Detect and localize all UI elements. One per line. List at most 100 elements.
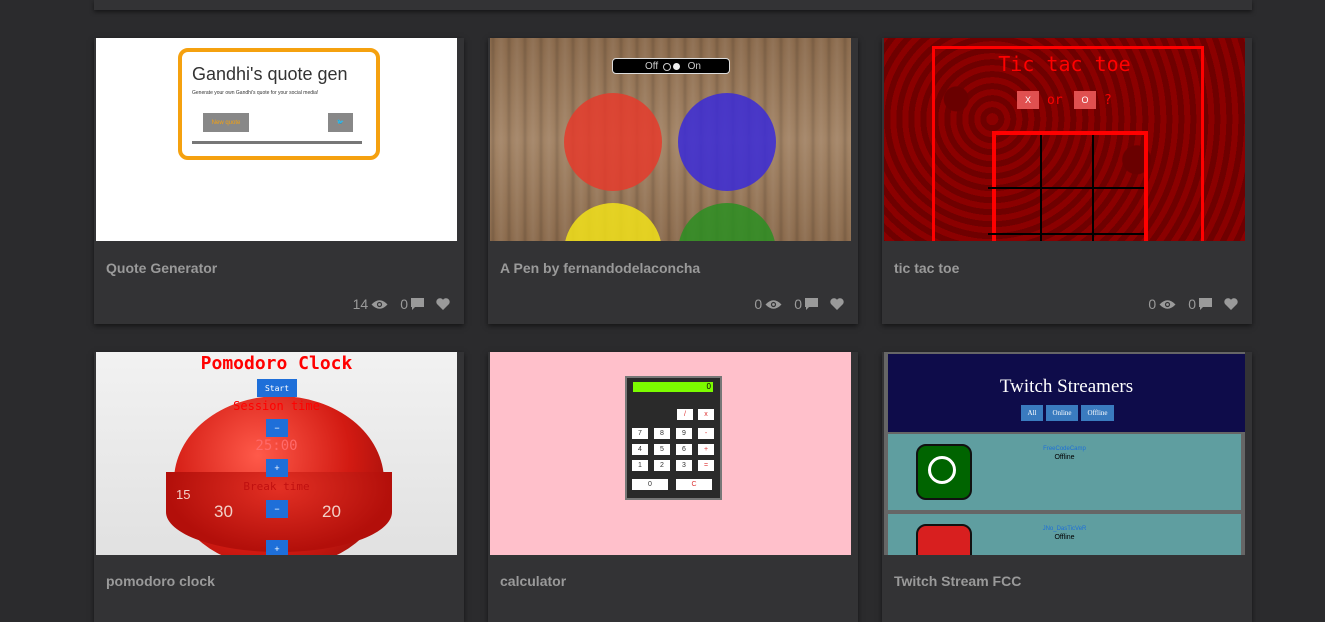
pen-card-tic-tac-toe[interactable]: Tic tac toe X or O ? tic tac toe 0 0 <box>882 38 1252 324</box>
switch-on-label: On <box>687 60 701 72</box>
tab-all: All <box>1021 405 1043 421</box>
card-stats: 0 0 <box>754 296 844 312</box>
eye-icon <box>371 299 388 309</box>
pen-preview[interactable]: Gandhi's quote gen Generate your own Gan… <box>96 38 457 241</box>
comments-count: 0 <box>794 296 802 312</box>
heart-icon <box>1224 298 1238 310</box>
comments-stat[interactable]: 0 <box>794 296 818 312</box>
stream-status: Offline <box>1054 454 1075 461</box>
views-count: 0 <box>754 296 763 312</box>
card-title[interactable]: tic tac toe <box>894 260 959 276</box>
comments-stat[interactable]: 0 <box>400 296 424 312</box>
preview-subheading: Generate your own Gandhi's quote for you… <box>192 90 319 96</box>
pen-preview[interactable]: Off On <box>490 38 851 241</box>
calc-key: - <box>698 428 714 439</box>
quote-box: Gandhi's quote gen Generate your own Gan… <box>178 48 380 160</box>
break-minus-button: − <box>266 500 288 518</box>
calculator-body: 0 / x 7 8 9 - 4 5 6 + 1 2 3 = 0 C <box>625 376 722 500</box>
dial-number: 20 <box>322 502 341 521</box>
question-label: ? <box>1104 93 1112 108</box>
on-off-switch: Off On <box>612 58 730 74</box>
previous-row-card-edge <box>94 0 1252 10</box>
pen-preview[interactable]: Tic tac toe X or O ? <box>884 38 1245 241</box>
calc-key: 4 <box>632 444 648 455</box>
timer-display: 25:00 <box>255 438 298 454</box>
heart-icon <box>830 298 844 310</box>
dial-number: 30 <box>214 502 233 521</box>
switch-off-label: Off <box>645 60 659 72</box>
stream-name: FreeCodeCamp <box>1043 446 1086 452</box>
views-stat[interactable]: 14 <box>353 296 389 312</box>
calc-key: 0 <box>632 479 668 490</box>
calc-key: 9 <box>676 428 692 439</box>
freecodecamp-avatar <box>916 444 972 500</box>
calc-key: 2 <box>654 460 670 471</box>
heart-icon <box>436 298 450 310</box>
calc-key: x <box>698 409 714 420</box>
twitch-header: Twitch Streamers All Online Offline <box>888 354 1245 432</box>
views-count: 0 <box>1148 296 1157 312</box>
pen-card-pomodoro-clock[interactable]: Pomodoro Clock Start Session time − 25:0… <box>94 352 464 622</box>
session-plus-button: + <box>266 459 288 477</box>
calc-key: / <box>677 409 693 420</box>
calc-display: 0 <box>633 382 713 392</box>
preview-heading: Tic tac toe <box>998 52 1131 76</box>
pen-card-calculator[interactable]: 0 / x 7 8 9 - 4 5 6 + 1 2 3 = 0 C calcul… <box>488 352 858 622</box>
divider <box>192 141 362 144</box>
card-stats: 14 0 <box>353 296 450 312</box>
comment-icon <box>1199 298 1212 310</box>
pen-preview[interactable]: Twitch Streamers All Online Offline Free… <box>884 352 1245 555</box>
x-button: X <box>1017 91 1039 109</box>
tab-offline: Offline <box>1081 405 1114 421</box>
o-button: O <box>1074 91 1096 109</box>
eye-icon <box>1159 299 1176 309</box>
comment-icon <box>411 298 424 310</box>
break-label: Break time <box>243 480 310 493</box>
start-button: Start <box>257 379 297 397</box>
grid-line <box>988 187 1144 189</box>
new-quote-button: New quote <box>203 113 249 132</box>
calc-key: 1 <box>632 460 648 471</box>
card-title[interactable]: A Pen by fernandodelaconcha <box>500 260 700 276</box>
session-label: Session time <box>233 399 320 413</box>
comments-stat[interactable]: 0 <box>1188 296 1212 312</box>
switch-knob-off <box>663 63 671 71</box>
views-count: 14 <box>352 296 369 312</box>
pen-card-quote-generator[interactable]: Gandhi's quote gen Generate your own Gan… <box>94 38 464 324</box>
yellow-circle <box>564 203 662 241</box>
views-stat[interactable]: 0 <box>754 296 782 312</box>
board <box>988 131 1148 241</box>
like-stat[interactable] <box>1224 298 1238 310</box>
views-stat[interactable]: 0 <box>1148 296 1176 312</box>
pen-card-twitch-stream[interactable]: Twitch Streamers All Online Offline Free… <box>882 352 1252 622</box>
preview-heading: Gandhi's quote gen <box>192 64 348 84</box>
eye-icon <box>765 299 782 309</box>
card-title[interactable]: pomodoro clock <box>106 573 215 589</box>
calc-key: 3 <box>676 460 692 471</box>
stream-row: FreeCodeCamp Offline <box>888 434 1241 510</box>
like-stat[interactable] <box>436 298 450 310</box>
comments-count: 0 <box>400 296 408 312</box>
preview-heading: Pomodoro Clock <box>200 353 353 374</box>
pen-card-fernandodelaconcha[interactable]: Off On A Pen by fernandodelaconcha 0 0 <box>488 38 858 324</box>
stream-name: JNo_DasTicVeR <box>1042 526 1087 532</box>
card-title[interactable]: Quote Generator <box>106 260 217 276</box>
comments-count: 0 <box>1188 296 1196 312</box>
preview-heading: Twitch Streamers <box>999 376 1134 397</box>
pen-preview[interactable]: Pomodoro Clock Start Session time − 25:0… <box>96 352 457 555</box>
green-circle <box>678 203 776 241</box>
grid-line <box>988 233 1144 235</box>
card-title[interactable]: Twitch Stream FCC <box>894 573 1021 589</box>
card-title[interactable]: calculator <box>500 573 566 589</box>
switch-knob-on <box>673 63 680 70</box>
like-stat[interactable] <box>830 298 844 310</box>
stream-row: JNo_DasTicVeR Offline <box>888 514 1241 555</box>
dial-number: 15 <box>176 487 191 502</box>
pen-preview[interactable]: 0 / x 7 8 9 - 4 5 6 + 1 2 3 = 0 C <box>490 352 851 555</box>
tweet-button: 🐦 <box>328 113 353 132</box>
calc-key: 5 <box>654 444 670 455</box>
red-circle <box>564 93 662 191</box>
card-stats: 0 0 <box>1148 296 1238 312</box>
calc-key: + <box>698 444 714 455</box>
calc-key: 8 <box>654 428 670 439</box>
